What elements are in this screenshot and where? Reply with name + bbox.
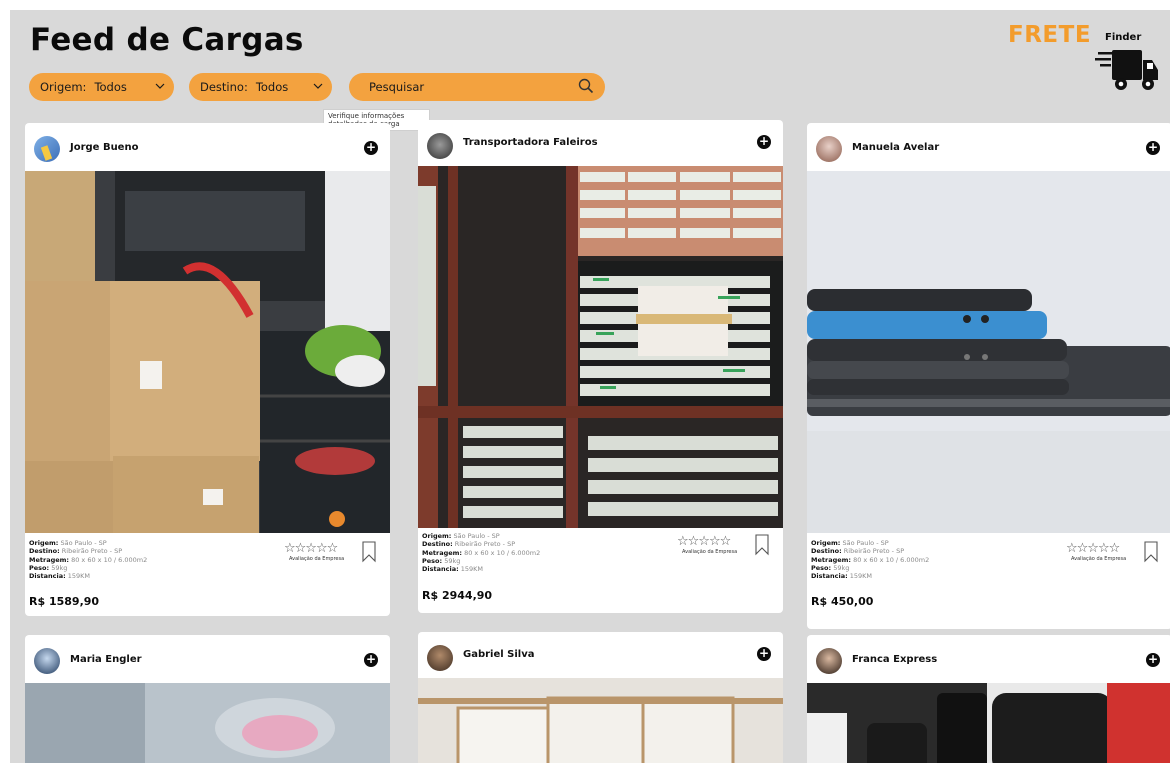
- cargo-photo[interactable]: [418, 678, 783, 763]
- bottles-image: [807, 683, 1170, 763]
- company-name[interactable]: Maria Engler: [70, 654, 142, 665]
- card-header: Jorge Bueno +: [25, 123, 390, 171]
- avatar[interactable]: [427, 133, 453, 159]
- cargo-card[interactable]: Gabriel Silva +: [418, 632, 783, 763]
- feed-page: Feed de Cargas Origem: Todos Destino: To…: [10, 10, 1170, 763]
- gloves-image: [25, 683, 390, 763]
- avatar[interactable]: [427, 645, 453, 671]
- kitchen-image: [418, 678, 783, 763]
- add-icon[interactable]: +: [1146, 653, 1160, 667]
- distancia-value: 159KM: [460, 565, 484, 574]
- cargo-card[interactable]: Transportadora Faleiros + Origem: São Pa…: [418, 120, 783, 613]
- cargo-details: Origem: São Paulo - SP Destino: Ribeirão…: [29, 539, 148, 581]
- chevron-down-icon: [313, 83, 323, 89]
- avatar[interactable]: [34, 648, 60, 674]
- add-icon[interactable]: +: [757, 135, 771, 149]
- bookmark-icon[interactable]: [361, 541, 377, 563]
- add-icon[interactable]: +: [364, 653, 378, 667]
- rating-label: Avaliação da Empresa: [1071, 556, 1127, 562]
- bookmark-icon[interactable]: [754, 534, 770, 556]
- distancia-value: 159KM: [67, 572, 91, 581]
- metragem-value: 80 x 60 x 10 / 6.000m2: [464, 548, 541, 557]
- price: R$ 1589,90: [29, 595, 100, 608]
- destino-value: Ribeirão Preto - SP: [454, 540, 516, 549]
- card-header: Gabriel Silva +: [418, 632, 783, 680]
- logo-text-frete: FRETE: [1008, 22, 1092, 48]
- truck-icon: [1095, 50, 1158, 90]
- destino-filter-label: Destino:: [200, 80, 248, 94]
- metragem-value: 80 x 60 x 10 / 6.000m2: [853, 555, 930, 564]
- cargo-photo[interactable]: [807, 683, 1170, 763]
- peso-value: 59kg: [833, 563, 850, 572]
- add-icon[interactable]: +: [364, 141, 378, 155]
- destino-value: Ribeirão Preto - SP: [61, 547, 123, 556]
- origem-value: São Paulo - SP: [60, 539, 107, 547]
- cargo-card[interactable]: Franca Express +: [807, 635, 1170, 763]
- peso-value: 59kg: [51, 563, 68, 572]
- card-header: Manuela Avelar +: [807, 123, 1170, 171]
- peso-value: 59kg: [444, 556, 461, 565]
- card-header: Maria Engler +: [25, 635, 390, 683]
- boxes-image: [25, 171, 390, 533]
- price: R$ 2944,90: [422, 589, 493, 602]
- origem-filter-value: Todos: [94, 80, 127, 94]
- cargo-photo[interactable]: [25, 171, 390, 533]
- logo-text-finder: Finder: [1105, 32, 1142, 43]
- cargo-details: Origem: São Paulo - SP Destino: Ribeirão…: [422, 532, 541, 574]
- card-header: Franca Express +: [807, 635, 1170, 683]
- star-rating[interactable]: ☆☆☆☆☆: [284, 541, 338, 556]
- price: R$ 450,00: [811, 595, 874, 608]
- star-rating[interactable]: ☆☆☆☆☆: [1066, 541, 1120, 556]
- origem-filter-dropdown[interactable]: Origem: Todos: [29, 73, 174, 101]
- bookmark-icon[interactable]: [1143, 541, 1159, 563]
- chevron-down-icon: [155, 83, 165, 89]
- star-rating[interactable]: ☆☆☆☆☆: [677, 534, 731, 549]
- company-name[interactable]: Gabriel Silva: [463, 649, 535, 660]
- cargo-details: Origem: São Paulo - SP Destino: Ribeirão…: [811, 539, 930, 581]
- cargo-card[interactable]: Maria Engler +: [25, 635, 390, 763]
- company-name[interactable]: Franca Express: [852, 654, 937, 665]
- card-header: Transportadora Faleiros +: [418, 120, 783, 168]
- search-bar[interactable]: [349, 73, 605, 101]
- origem-value: São Paulo - SP: [842, 539, 889, 547]
- origem-value: São Paulo - SP: [453, 532, 500, 540]
- cargo-card[interactable]: Manuela Avelar + Origem: São Paulo - SP …: [807, 123, 1170, 629]
- cargo-card[interactable]: Jorge Bueno + Origem: São Paulo - SP Des…: [25, 123, 390, 616]
- avatar[interactable]: [816, 136, 842, 162]
- add-icon[interactable]: +: [757, 647, 771, 661]
- distancia-value: 159KM: [849, 572, 873, 581]
- destino-filter-value: Todos: [255, 80, 289, 94]
- destino-filter-dropdown[interactable]: Destino: Todos: [189, 73, 332, 101]
- company-name[interactable]: Jorge Bueno: [70, 142, 138, 153]
- rating-label: Avaliação da Empresa: [289, 556, 345, 562]
- page-title: Feed de Cargas: [30, 22, 304, 58]
- add-icon[interactable]: +: [1146, 141, 1160, 155]
- phones-image: [807, 171, 1170, 533]
- search-icon[interactable]: [577, 77, 595, 95]
- cargo-photo[interactable]: [25, 683, 390, 763]
- frete-finder-logo: FRETE Finder: [1008, 22, 1158, 92]
- cargo-photo[interactable]: [418, 166, 783, 528]
- company-name[interactable]: Transportadora Faleiros: [463, 137, 598, 148]
- avatar[interactable]: [816, 648, 842, 674]
- search-input[interactable]: [369, 77, 559, 97]
- metragem-value: 80 x 60 x 10 / 6.000m2: [71, 555, 148, 564]
- shelf-image: [418, 166, 783, 528]
- rating-label: Avaliação da Empresa: [682, 549, 738, 555]
- avatar[interactable]: [34, 136, 60, 162]
- cargo-photo[interactable]: [807, 171, 1170, 533]
- company-name[interactable]: Manuela Avelar: [852, 142, 939, 153]
- destino-value: Ribeirão Preto - SP: [843, 547, 905, 556]
- origem-filter-label: Origem:: [40, 80, 87, 94]
